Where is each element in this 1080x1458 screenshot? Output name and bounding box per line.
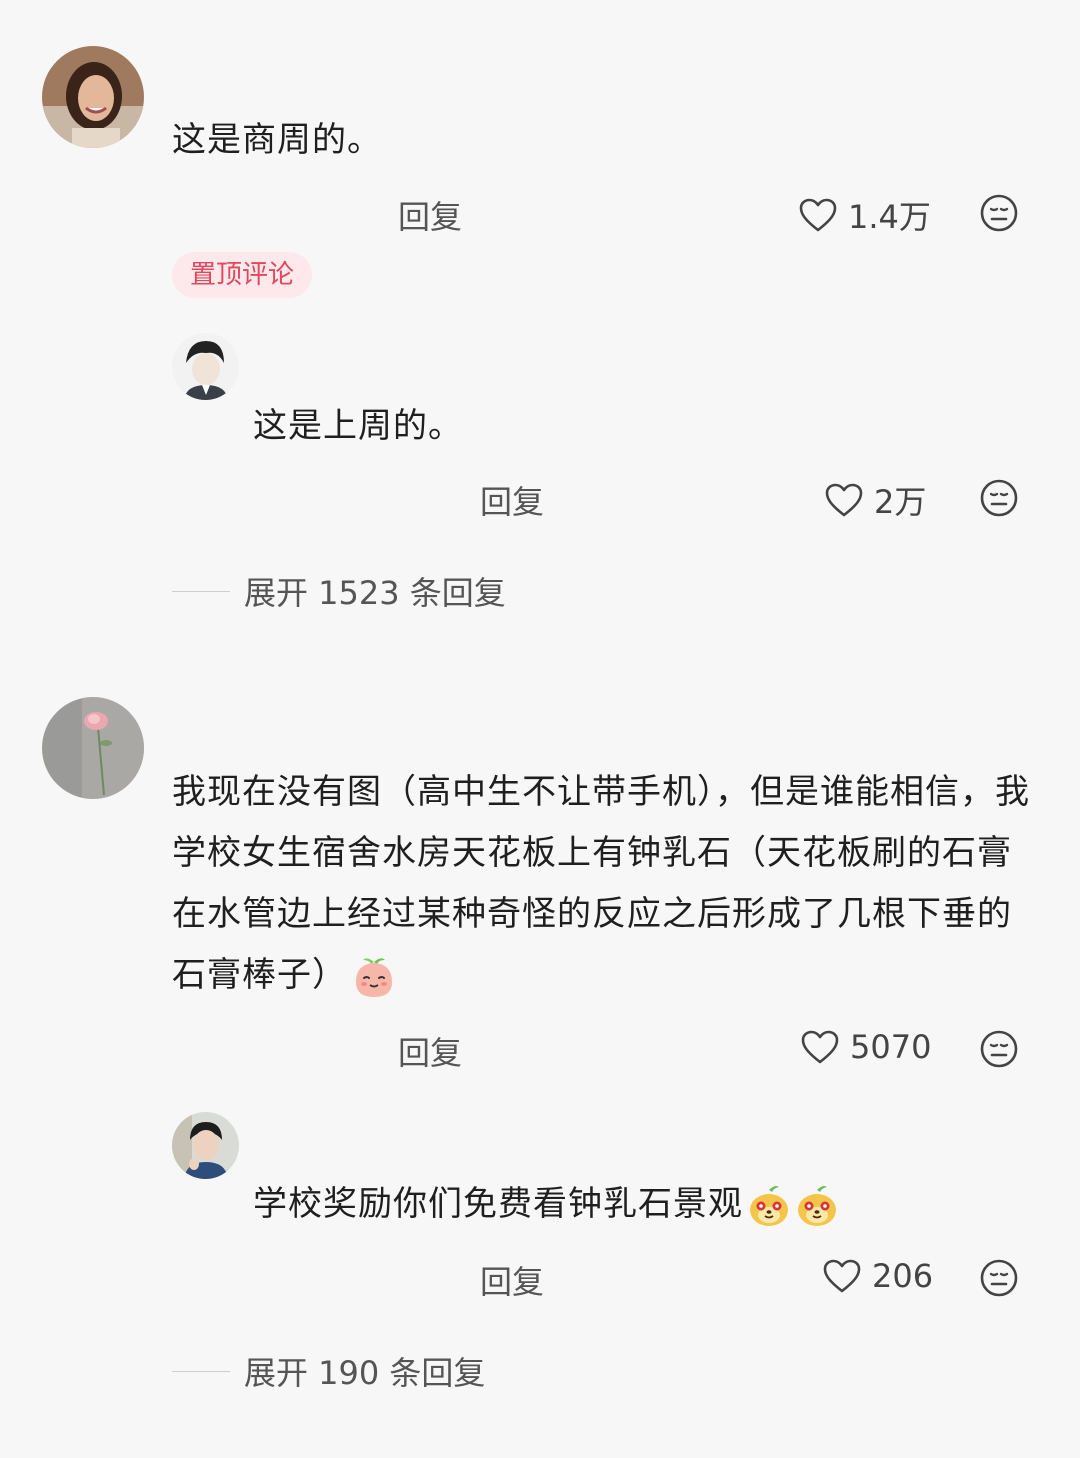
neutral-face-icon [980, 1259, 1018, 1297]
like-count: 1.4万 [848, 198, 931, 236]
react-button[interactable] [979, 478, 1019, 518]
divider [172, 590, 230, 592]
reply-text: 这是上周的。 [253, 406, 463, 446]
dog-face-emoji [795, 1184, 839, 1228]
comment-text: 这是商周的。 [172, 120, 382, 160]
comment-text: 我现在没有图（高中生不让带手机），但是谁能相信，我学校女生宿舍水房天花板上有钟乳… [172, 762, 1042, 1006]
reply-button[interactable]: 回复 [398, 1028, 462, 1074]
like-button[interactable]: 206 [822, 1257, 933, 1295]
heart-outline-icon [800, 1029, 840, 1065]
reply-button[interactable]: 回复 [480, 477, 544, 523]
expand-replies-button[interactable]: 展开 1523 条回复 [172, 568, 506, 614]
like-count: 2万 [874, 483, 927, 521]
react-button[interactable] [979, 193, 1019, 233]
avatar[interactable] [42, 697, 144, 799]
avatar[interactable] [172, 1112, 239, 1179]
like-button[interactable]: 2万 [824, 477, 926, 523]
pinned-comment-badge: 置顶评论 [172, 252, 313, 298]
expand-replies-label: 展开 1523 条回复 [244, 574, 506, 612]
expand-replies-button[interactable]: 展开 190 条回复 [172, 1348, 485, 1394]
reply-text: 学校奖励你们免费看钟乳石景观 [253, 1174, 839, 1235]
like-count: 206 [872, 1257, 934, 1295]
reply-button[interactable]: 回复 [480, 1257, 544, 1303]
heart-outline-icon [824, 482, 864, 518]
reply-button[interactable]: 回复 [398, 192, 462, 238]
expand-replies-label: 展开 190 条回复 [244, 1354, 486, 1392]
divider [172, 1370, 230, 1372]
reply-text-content: 学校奖励你们免费看钟乳石景观 [253, 1184, 743, 1224]
comment-text-content: 我现在没有图（高中生不让带手机），但是谁能相信，我学校女生宿舍水房天花板上有钟乳… [172, 772, 1030, 995]
like-button[interactable]: 5070 [800, 1028, 931, 1066]
peach-face-emoji [351, 954, 397, 1000]
heart-outline-icon [822, 1258, 862, 1294]
like-count: 5070 [850, 1028, 932, 1066]
react-button[interactable] [979, 1029, 1019, 1069]
avatar[interactable] [42, 46, 144, 148]
like-button[interactable]: 1.4万 [798, 192, 931, 238]
dog-face-emoji [747, 1184, 791, 1228]
heart-outline-icon [798, 197, 838, 233]
neutral-face-icon [980, 479, 1018, 517]
react-button[interactable] [979, 1258, 1019, 1298]
avatar[interactable] [172, 333, 239, 400]
neutral-face-icon [980, 194, 1018, 232]
neutral-face-icon [980, 1030, 1018, 1068]
